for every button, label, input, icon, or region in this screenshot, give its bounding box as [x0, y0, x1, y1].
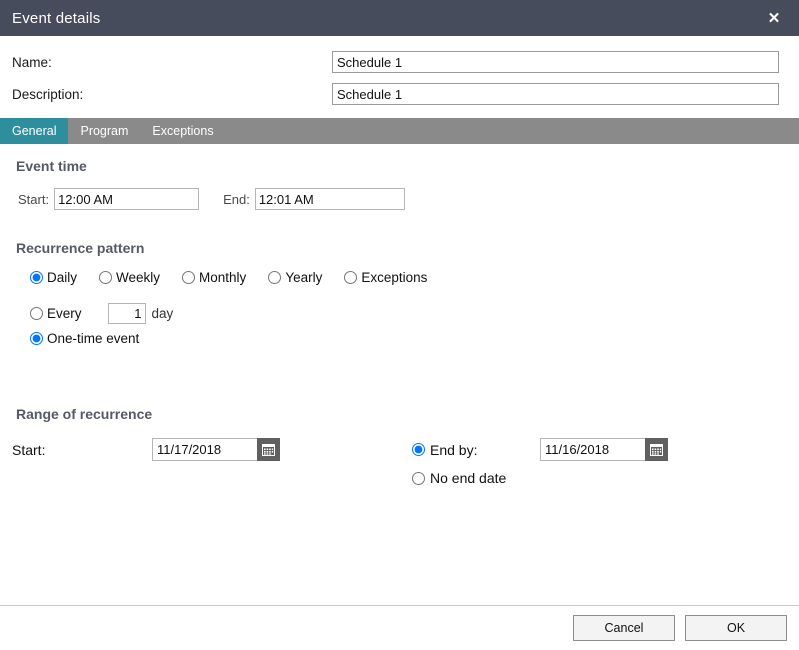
radio-one-time-event-input[interactable] [30, 332, 43, 345]
radio-no-end-date[interactable]: No end date [412, 470, 506, 486]
event-time-row: Start: End: [12, 188, 787, 210]
radio-exceptions-input[interactable] [344, 271, 358, 284]
description-row: Description: [12, 78, 779, 110]
name-input[interactable] [332, 51, 779, 73]
calendar-icon[interactable] [645, 438, 668, 461]
radio-every-input[interactable] [30, 307, 43, 320]
radio-no-end-date-input[interactable] [412, 471, 425, 485]
radio-exceptions[interactable]: Exceptions [344, 270, 427, 285]
range-end-by-row: End by: [412, 438, 668, 461]
range-no-end-date-row: No end date [412, 470, 668, 486]
dialog-footer: Cancel OK [0, 606, 799, 650]
radio-yearly-input[interactable] [268, 271, 282, 284]
radio-daily-label: Daily [47, 270, 78, 285]
radio-exceptions-label: Exceptions [361, 270, 428, 285]
dialog-title: Event details [12, 9, 101, 27]
end-time-label: End: [223, 191, 250, 207]
radio-one-time-event-label: One-time event [47, 331, 140, 346]
name-row: Name: [12, 46, 779, 78]
range-start-date-group [152, 438, 280, 461]
tab-general[interactable]: General [0, 118, 69, 144]
recurrence-pattern-section-title: Recurrence pattern [16, 240, 145, 256]
radio-monthly[interactable]: Monthly [182, 270, 246, 285]
name-label: Name: [12, 54, 52, 70]
radio-daily-input[interactable] [30, 271, 43, 284]
range-start-date-input[interactable] [152, 438, 257, 461]
start-time-label: Start: [18, 191, 50, 207]
every-row: Every day [12, 303, 787, 324]
radio-weekly-input[interactable] [99, 271, 113, 284]
recurrence-pattern-options: Daily Weekly Monthly Yearly Exceptions [12, 270, 787, 285]
close-icon[interactable]: ✕ [763, 7, 785, 29]
tab-program[interactable]: Program [68, 118, 140, 144]
range-of-recurrence-area: Start: 11/17/2018 End by: 11/16/2018 No … [12, 438, 787, 486]
calendar-icon[interactable] [257, 438, 280, 461]
range-of-recurrence-section-title: Range of recurrence [16, 406, 153, 422]
radio-no-end-date-label: No end date [430, 470, 507, 486]
ok-button[interactable]: OK [685, 615, 787, 641]
end-time-input[interactable] [254, 188, 405, 210]
header-form: Name: Description: [0, 36, 799, 118]
tab-exceptions[interactable]: Exceptions [140, 118, 225, 144]
radio-yearly-label: Yearly [285, 270, 323, 285]
radio-one-time-event[interactable]: One-time event [30, 331, 139, 346]
range-end-options: End by: 11/16/2018 No end date [412, 438, 668, 486]
cancel-button[interactable]: Cancel [573, 615, 675, 641]
radio-end-by[interactable]: End by: [412, 442, 540, 458]
range-end-date-input[interactable] [540, 438, 645, 461]
every-unit-label: day [151, 306, 174, 321]
radio-monthly-input[interactable] [182, 271, 196, 284]
radio-every[interactable]: Every [30, 306, 82, 321]
description-label: Description: [12, 86, 84, 102]
one-time-event-row: One-time event [12, 331, 787, 346]
dialog-titlebar: Event details ✕ [0, 0, 799, 36]
radio-yearly[interactable]: Yearly [268, 270, 322, 285]
radio-weekly[interactable]: Weekly [99, 270, 160, 285]
radio-weekly-label: Weekly [116, 270, 161, 285]
range-start-label: Start: [12, 441, 46, 458]
radio-end-by-input[interactable] [412, 443, 425, 456]
start-time-input[interactable] [54, 188, 200, 210]
every-interval-input[interactable] [107, 303, 146, 324]
radio-monthly-label: Monthly [199, 270, 247, 285]
range-end-date-group [540, 438, 668, 461]
radio-every-label: Every [47, 306, 82, 321]
event-details-dialog: Event details ✕ Name: Description: Gener… [0, 0, 799, 650]
radio-daily[interactable]: Daily [30, 270, 77, 285]
radio-end-by-label: End by: [430, 441, 478, 458]
general-tab-panel: Event time Start: End: Recurrence patter… [0, 144, 799, 606]
description-input[interactable] [332, 83, 779, 105]
event-time-section-title: Event time [16, 158, 87, 174]
range-start-row: Start: [12, 438, 412, 461]
tab-strip: General Program Exceptions [0, 118, 799, 144]
